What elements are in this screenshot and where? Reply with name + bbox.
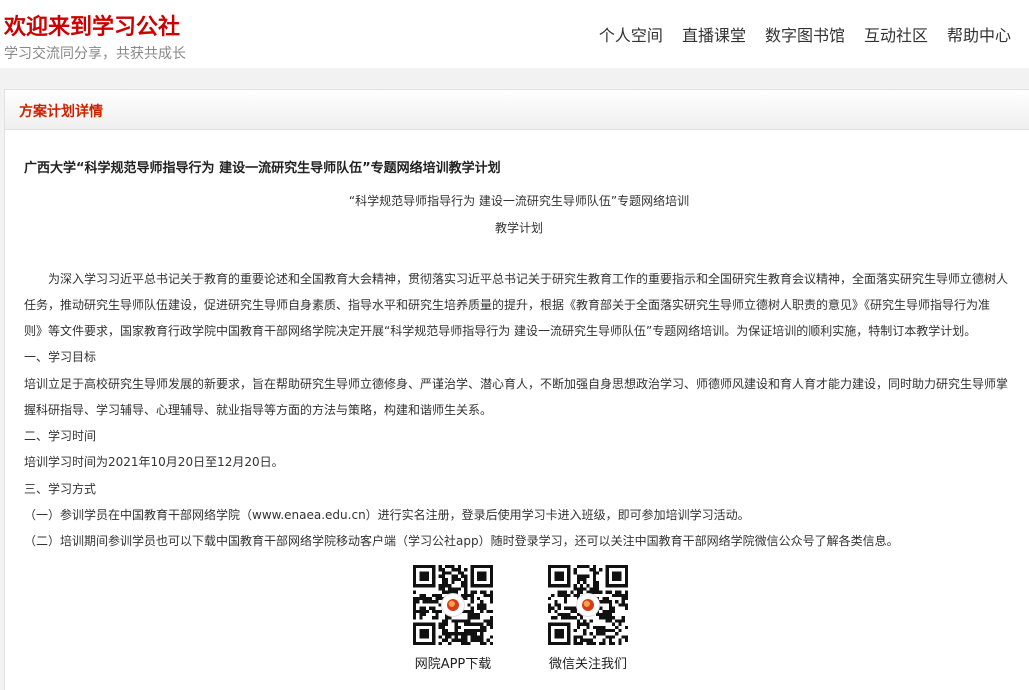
nav-live-classroom[interactable]: 直播课堂 <box>682 22 746 46</box>
main-nav: 个人空间 直播课堂 数字图书馆 互动社区 帮助中心 <box>580 22 1011 46</box>
document-subtitle: “科学规范导师指导行为 建设一流研究生导师队伍”专题网络培训 <box>348 194 690 208</box>
qr-code-icon <box>413 565 493 645</box>
qr-caption-app: 网院APP下载 <box>414 657 492 672</box>
section-method-item-2: （二）培训期间参训学员也可以下载中国教育干部网络学院移动客户端（学习公社app）… <box>24 534 899 548</box>
site-header: 欢迎来到学习公社 学习交流同分享，共获共成长 个人空间 直播课堂 数字图书馆 互… <box>0 0 1029 68</box>
document-subtitle-2: 教学计划 <box>494 221 543 235</box>
panel-heading: 方案计划详情 <box>19 104 103 120</box>
plan-detail-panel: 方案计划详情 广西大学“科学规范导师指导行为 建设一流研究生导师队伍”专题网络培… <box>4 89 1029 690</box>
qr-code-icon <box>548 565 628 645</box>
intro-line-2: 任务，推动研究生导师队伍建设，促进研究生导师自身素质、指导水平和研究生培养质量的… <box>24 298 991 312</box>
nav-community[interactable]: 互动社区 <box>864 22 928 46</box>
qr-caption-wechat: 微信关注我们 <box>548 657 627 672</box>
section-time-text: 培训学习时间为2021年10月20日至12月20日。 <box>24 455 284 469</box>
section-time-title: 二、学习时间 <box>24 429 97 443</box>
section-method-item-1: （一）参训学员在中国教育干部网络学院（www.enaea.edu.cn）进行实名… <box>24 508 750 522</box>
section-goals-text-2: 握科研指导、学习辅导、心理辅导、就业指导等方面的方法与策略，构建和谐师生关系。 <box>24 403 493 417</box>
site-slogan: 学习交流同分享，共获共成长 <box>4 46 186 62</box>
qr-wechat-follow: 微信关注我们 <box>548 565 628 672</box>
site-title[interactable]: 欢迎来到学习公社 <box>4 9 180 41</box>
qr-app-download: 网院APP下载 <box>413 565 493 672</box>
nav-digital-library[interactable]: 数字图书馆 <box>765 22 845 46</box>
document-title: 广西大学“科学规范导师指导行为 建设一流研究生导师队伍”专题网络培训教学计划 <box>24 161 501 176</box>
panel-header: 方案计划详情 <box>5 90 1029 130</box>
section-goals-text-1: 培训立足于高校研究生导师发展的新要求，旨在帮助研究生导师立德修身、严谨治学、潜心… <box>24 377 1009 391</box>
nav-help-center[interactable]: 帮助中心 <box>947 22 1011 46</box>
nav-personal-space[interactable]: 个人空间 <box>599 22 663 46</box>
section-method-title: 三、学习方式 <box>24 482 97 496</box>
intro-line-3: 则》等文件要求，国家教育行政学院中国教育干部网络学院决定开展“科学规范导师指导行… <box>24 324 977 338</box>
intro-line-1: 为深入学习习近平总书记关于教育的重要论述和全国教育大会精神，贯彻落实习近平总书记… <box>48 272 1009 286</box>
section-goals-title: 一、学习目标 <box>24 350 97 364</box>
